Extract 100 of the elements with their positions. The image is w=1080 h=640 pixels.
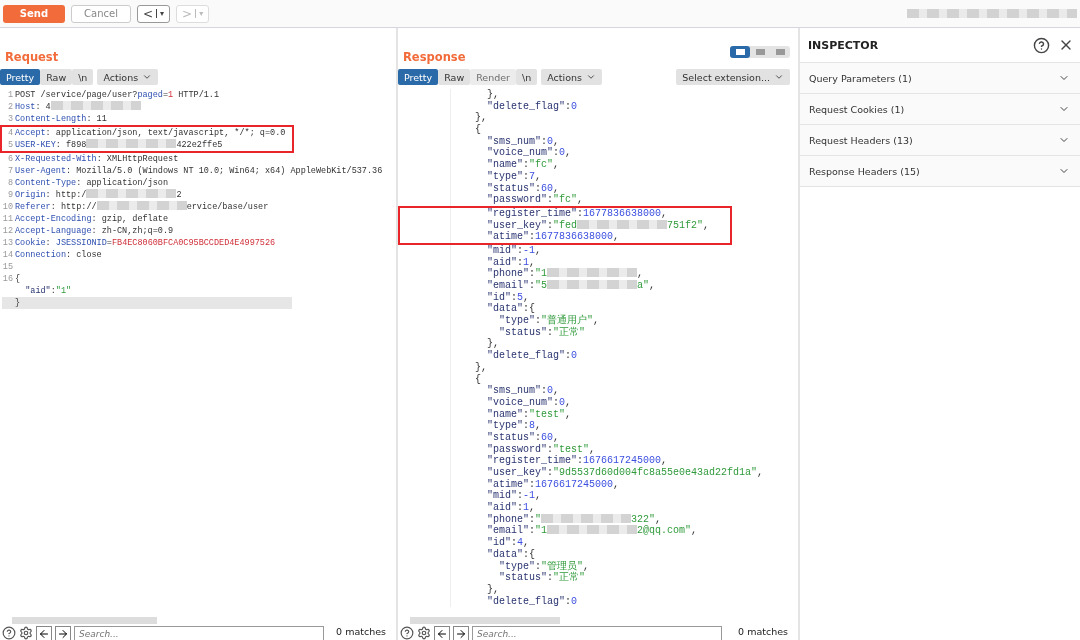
line-number: 15 [2, 261, 14, 273]
code-text: Cookie [15, 237, 46, 249]
code-text: "1 [535, 525, 548, 538]
view-tab[interactable]: \n [516, 69, 538, 85]
code-text: "user_key" [486, 219, 547, 231]
code-text: , [553, 431, 560, 444]
code-text: "data" [486, 548, 523, 561]
line-number: 7 [6, 165, 14, 177]
code-text: "data" [486, 303, 523, 315]
code-text: "delete_flag" [486, 100, 566, 113]
scrollbar[interactable] [410, 617, 560, 624]
code-text: HTTP/1.1 [177, 89, 220, 101]
code-text: } [15, 297, 21, 309]
next-button[interactable] [55, 626, 71, 640]
code-text: : [541, 385, 548, 397]
code-text: "mid" [486, 244, 517, 257]
code-text: : [517, 244, 524, 257]
code-text: : [553, 147, 560, 160]
code-text: : [547, 219, 554, 232]
code-text: : [547, 467, 554, 479]
code-text: = [162, 89, 169, 101]
code-text: Accept-Language [15, 225, 92, 237]
code-text: : application/json [76, 177, 169, 189]
code-text: " [535, 513, 542, 525]
code-text: }, [474, 112, 487, 124]
code-text: "delete_flag" [486, 595, 566, 608]
code-text: 0 [571, 100, 578, 113]
code-text: , [535, 170, 542, 183]
code-text: "name" [486, 408, 523, 420]
code-text: : [547, 194, 554, 206]
code-text: : [547, 443, 554, 455]
code-text: : [535, 182, 542, 194]
code-text: , [535, 420, 542, 432]
back-button[interactable]: < ▾ [137, 4, 171, 23]
line-number: 10 [2, 201, 14, 213]
code-text: 422e2ffe5 [176, 139, 223, 151]
view-tab[interactable]: Raw [438, 69, 471, 85]
code-text: :{ [523, 548, 536, 561]
code-text: , [661, 455, 668, 467]
code-text: : [565, 350, 572, 362]
code-text: 2 [176, 189, 182, 201]
code-text: : [529, 268, 536, 280]
code-text: : [523, 420, 530, 432]
search-field[interactable]: Search... [472, 626, 722, 640]
code-text: }, [486, 338, 499, 350]
extension-dropdown[interactable]: Select extension... [676, 69, 790, 85]
search-field[interactable]: Search... [74, 626, 324, 640]
code-text: "aid" [486, 256, 517, 268]
code-text: "type" [498, 560, 535, 572]
next-button[interactable] [453, 626, 469, 640]
inspector-section[interactable]: Query Parameters (1) [800, 63, 1080, 94]
code-text: Connection [15, 249, 66, 261]
code-text: :{ [523, 303, 536, 315]
view-tab[interactable]: Pretty [0, 69, 41, 85]
arrow-right-icon [57, 628, 69, 640]
previous-button[interactable] [434, 626, 450, 640]
line-number: 1 [6, 89, 14, 101]
code-text: "id" [486, 537, 511, 549]
code-text: : [541, 135, 548, 147]
settings-icon[interactable] [19, 626, 33, 640]
actions-button[interactable]: Actions [97, 69, 159, 85]
help-icon[interactable] [1033, 36, 1050, 54]
view-tab[interactable]: \n [72, 69, 94, 85]
arrow-left-icon [436, 628, 448, 640]
code-text: , [565, 408, 572, 421]
code-text: "status" [498, 572, 547, 584]
code-text: Accept [15, 127, 46, 139]
inspector-section[interactable]: Request Headers (13) [800, 125, 1080, 156]
code-text: : [529, 513, 536, 526]
code-text: : f898 [55, 139, 87, 151]
help-icon[interactable] [2, 626, 16, 640]
view-tab[interactable]: Raw [40, 69, 73, 85]
view-tab[interactable]: Pretty [398, 69, 439, 85]
actions-button[interactable]: Actions [541, 69, 602, 85]
code-text: "phone" [486, 268, 529, 280]
code-text: : 11 [86, 113, 107, 125]
inspector-section[interactable]: Request Cookies (1) [800, 94, 1080, 125]
inspector-section[interactable]: Response Headers (15) [800, 156, 1080, 187]
cancel-button[interactable]: Cancel [71, 4, 131, 23]
settings-icon[interactable] [417, 626, 431, 640]
line-number: 8 [6, 177, 14, 189]
code-text: "type" [486, 420, 523, 432]
code-text: , [553, 182, 560, 194]
code-text: , [553, 135, 560, 148]
code-text: { [474, 373, 481, 386]
code-text: 7 [529, 170, 536, 183]
code-text: "atime" [486, 231, 529, 243]
previous-button[interactable] [36, 626, 52, 640]
help-icon[interactable] [400, 626, 414, 640]
code-text: , [529, 502, 536, 514]
code-text: : 4 [35, 101, 51, 113]
code-text: : gzip, deflate [91, 213, 169, 225]
code-text: "type" [498, 315, 535, 327]
chevron-down-icon [774, 72, 784, 82]
line-number: 14 [2, 249, 14, 261]
code-text: "aid" [24, 285, 51, 297]
code-text: , [757, 467, 764, 479]
layout-toggle[interactable] [730, 46, 750, 58]
scrollbar[interactable] [12, 617, 157, 624]
code-text: : application/json, text/javascript, */*; q=0.0 [45, 127, 286, 139]
